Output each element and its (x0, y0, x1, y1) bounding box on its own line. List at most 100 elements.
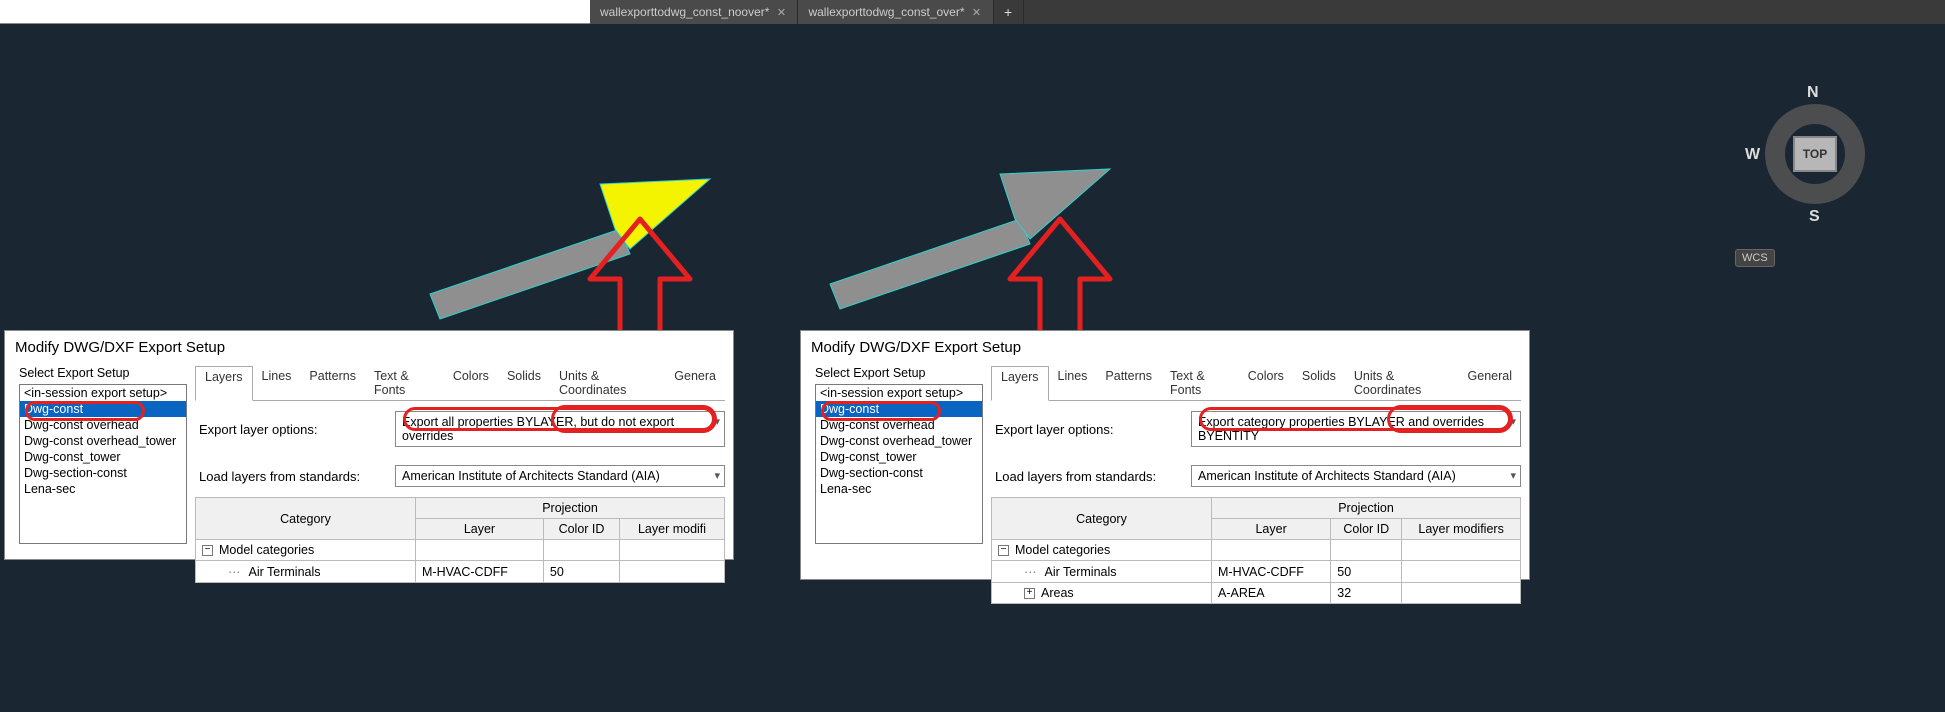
table-row[interactable]: ⋯ Air Terminals M-HVAC-CDFF 50 (196, 561, 725, 583)
tab-text[interactable]: Text & Fonts (365, 366, 444, 400)
close-icon[interactable]: ✕ (971, 6, 983, 18)
cell-text: Air Terminals (249, 565, 321, 579)
nav-cube[interactable]: N S W TOP WCS (1745, 84, 1885, 284)
tab-solids[interactable]: Solids (498, 366, 550, 400)
export-layer-dropdown[interactable]: Export all properties BYLAYER, but do no… (395, 411, 725, 447)
tree-dots-icon: ⋯ (228, 564, 243, 579)
setup-item[interactable]: Dwg-const overhead_tower (816, 433, 982, 449)
tab-patterns[interactable]: Patterns (1096, 366, 1161, 400)
table-row[interactable]: ⋯Air Terminals M-HVAC-CDFF 50 (992, 561, 1521, 583)
setup-item[interactable]: Dwg-section-const (816, 465, 982, 481)
tab-units[interactable]: Units & Coordinates (550, 366, 665, 400)
tab-label: wallexporttodwg_const_over* (808, 5, 964, 19)
tab-lines[interactable]: Lines (1049, 366, 1097, 400)
cell-text: Model categories (219, 543, 314, 557)
tab-label: wallexporttodwg_const_noover* (600, 5, 769, 19)
tree-dots-icon: ⋯ (1024, 564, 1039, 579)
export-layer-label: Export layer options: (991, 422, 1191, 437)
dropdown-value: Export all properties BYLAYER, but do no… (402, 415, 674, 443)
tab-noover[interactable]: wallexporttodwg_const_noover* ✕ (590, 0, 798, 24)
wcs-badge[interactable]: WCS (1735, 249, 1775, 267)
options-tabs: Layers Lines Patterns Text & Fonts Color… (195, 366, 725, 401)
load-layers-label: Load layers from standards: (991, 469, 1191, 484)
nav-south[interactable]: S (1809, 208, 1820, 226)
setup-item-selected[interactable]: Dwg-const (20, 401, 186, 417)
col-colorid: Color ID (1331, 519, 1402, 540)
table-row[interactable]: −Model categories (196, 540, 725, 561)
nav-top-face[interactable]: TOP (1793, 136, 1837, 172)
nav-north[interactable]: N (1807, 84, 1819, 102)
dialog-body: Select Export Setup <in-session export s… (801, 366, 1529, 604)
export-layer-dropdown[interactable]: Export category properties BYLAYER and o… (1191, 411, 1521, 447)
dropdown-value: American Institute of Architects Standar… (1198, 469, 1456, 483)
cell-text: 50 (1331, 561, 1402, 583)
col-layermod: Layer modifiers (1402, 519, 1521, 540)
tab-colors[interactable]: Colors (444, 366, 498, 400)
collapse-icon[interactable]: − (202, 545, 213, 556)
setup-item[interactable]: Dwg-const overhead (816, 417, 982, 433)
setup-item[interactable]: <in-session export setup> (20, 385, 186, 401)
cell-text: M-HVAC-CDFF (416, 561, 544, 583)
tab-layers[interactable]: Layers (991, 366, 1049, 401)
collapse-icon[interactable]: − (998, 545, 1009, 556)
setup-item[interactable]: Dwg-const overhead_tower (20, 433, 186, 449)
setup-column: Select Export Setup <in-session export s… (801, 366, 991, 604)
tab-colors[interactable]: Colors (1239, 366, 1293, 400)
cell-text: Areas (1041, 586, 1074, 600)
load-layers-dropdown[interactable]: American Institute of Architects Standar… (395, 465, 725, 487)
document-tabstrip: wallexporttodwg_const_noover* ✕ wallexpo… (0, 0, 1945, 24)
setup-item[interactable]: Dwg-const_tower (20, 449, 186, 465)
load-layers-row: Load layers from standards: American Ins… (991, 465, 1521, 487)
close-icon[interactable]: ✕ (775, 6, 787, 18)
col-category: Category (196, 498, 416, 540)
setup-item[interactable]: Dwg-section-const (20, 465, 186, 481)
col-layer: Layer (1212, 519, 1331, 540)
cell-text: 50 (543, 561, 619, 583)
tab-layers[interactable]: Layers (195, 366, 253, 401)
setup-item[interactable]: <in-session export setup> (816, 385, 982, 401)
expand-icon[interactable]: + (1024, 588, 1035, 599)
setup-item[interactable]: Lena-sec (816, 481, 982, 497)
tab-patterns[interactable]: Patterns (300, 366, 365, 400)
tab-add[interactable]: + (994, 0, 1024, 24)
cell-text: Model categories (1015, 543, 1110, 557)
category-grid[interactable]: Category Projection Layer Color ID Layer… (195, 497, 725, 583)
nav-west[interactable]: W (1745, 146, 1760, 164)
dialog-body: Select Export Setup <in-session export s… (5, 366, 733, 583)
table-row[interactable]: +Areas A-AREA 32 (992, 583, 1521, 604)
setup-label: Select Export Setup (815, 366, 983, 380)
tab-solids[interactable]: Solids (1293, 366, 1345, 400)
load-layers-dropdown[interactable]: American Institute of Architects Standar… (1191, 465, 1521, 487)
col-layer: Layer (416, 519, 544, 540)
load-layers-label: Load layers from standards: (195, 469, 395, 484)
category-grid[interactable]: Category Projection Layer Color ID Layer… (991, 497, 1521, 604)
export-layer-row: Export layer options: Export category pr… (991, 411, 1521, 447)
col-colorid: Color ID (543, 519, 619, 540)
dialog-title: Modify DWG/DXF Export Setup (801, 331, 1529, 366)
export-dialog-left: Modify DWG/DXF Export Setup Select Expor… (4, 330, 734, 560)
plus-icon: + (1004, 4, 1012, 20)
tab-general[interactable]: Genera (665, 366, 725, 400)
table-row[interactable]: −Model categories (992, 540, 1521, 561)
options-tabs: Layers Lines Patterns Text & Fonts Color… (991, 366, 1521, 401)
col-layermod: Layer modifi (620, 519, 725, 540)
tab-lines[interactable]: Lines (253, 366, 301, 400)
setup-label: Select Export Setup (19, 366, 187, 380)
setup-item[interactable]: Dwg-const_tower (816, 449, 982, 465)
dropdown-value: American Institute of Architects Standar… (402, 469, 660, 483)
export-layer-label: Export layer options: (195, 422, 395, 437)
setup-list[interactable]: <in-session export setup> Dwg-const Dwg-… (815, 384, 983, 544)
tab-over[interactable]: wallexporttodwg_const_over* ✕ (798, 0, 993, 24)
setup-item-selected[interactable]: Dwg-const (816, 401, 982, 417)
col-projection: Projection (416, 498, 725, 519)
dialog-title: Modify DWG/DXF Export Setup (5, 331, 733, 366)
setup-item[interactable]: Lena-sec (20, 481, 186, 497)
load-layers-row: Load layers from standards: American Ins… (195, 465, 725, 487)
setup-list[interactable]: <in-session export setup> Dwg-const Dwg-… (19, 384, 187, 544)
cell-text: M-HVAC-CDFF (1212, 561, 1331, 583)
tab-general[interactable]: General (1459, 366, 1521, 400)
tab-text[interactable]: Text & Fonts (1161, 366, 1239, 400)
tab-units[interactable]: Units & Coordinates (1345, 366, 1459, 400)
nav-top-label: TOP (1803, 147, 1827, 161)
setup-item[interactable]: Dwg-const overhead (20, 417, 186, 433)
